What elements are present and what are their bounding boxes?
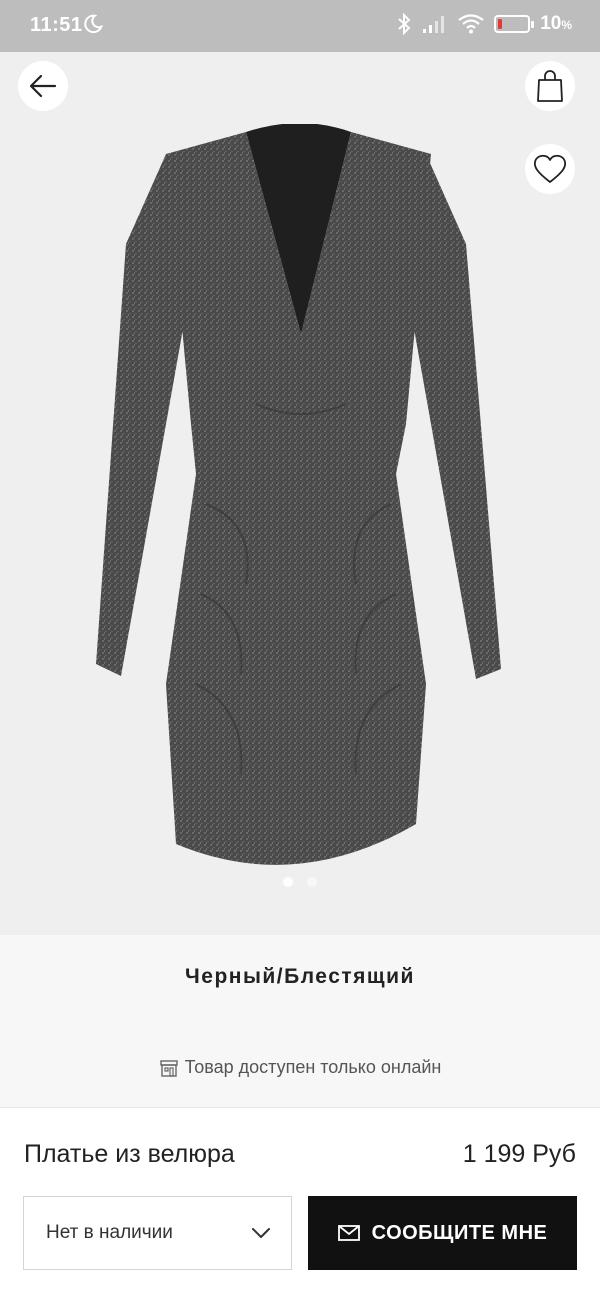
pagination-dot-active[interactable] <box>283 877 293 887</box>
product-name: Платье из велюра <box>24 1140 235 1168</box>
shopping-bag-icon <box>537 70 563 102</box>
arrow-left-icon <box>29 74 57 98</box>
chevron-down-icon <box>252 1228 270 1238</box>
pagination-dot[interactable] <box>307 877 317 887</box>
product-image-gallery[interactable] <box>0 52 600 935</box>
size-select[interactable]: Нет в наличии <box>23 1196 292 1270</box>
signal-icon <box>423 16 445 33</box>
moon-icon <box>84 14 104 34</box>
battery-percent: 10% <box>540 13 572 34</box>
notify-me-button[interactable]: СООБЩИТЕ МНЕ <box>308 1196 577 1270</box>
bluetooth-icon <box>398 12 411 36</box>
size-select-value: Нет в наличии <box>46 1222 173 1243</box>
product-image <box>96 124 501 865</box>
notify-me-label: СООБЩИТЕ МНЕ <box>371 1221 548 1244</box>
battery-icon <box>494 15 535 33</box>
availability-note: Товар доступен только онлайн <box>0 1057 600 1078</box>
gallery-pagination <box>0 877 600 887</box>
status-bar: 11:51 10% <box>0 0 600 52</box>
store-icon <box>159 1059 178 1077</box>
favorite-button[interactable] <box>525 144 575 194</box>
status-icons: 10% <box>396 12 572 36</box>
status-time: 11:51 <box>30 14 83 36</box>
product-price: 1 199 Руб <box>462 1140 576 1168</box>
product-info: Черный/Блестящий Товар доступен только о… <box>0 935 600 1107</box>
color-name: Черный/Блестящий <box>185 965 415 988</box>
shopping-bag-button[interactable] <box>525 61 575 111</box>
wifi-icon <box>458 14 484 34</box>
purchase-panel: Платье из велюра 1 199 Руб Нет в наличии… <box>0 1107 600 1299</box>
back-button[interactable] <box>18 61 68 111</box>
heart-icon <box>533 154 567 183</box>
availability-text: Товар доступен только онлайн <box>184 1057 442 1077</box>
mail-icon <box>337 1225 360 1241</box>
